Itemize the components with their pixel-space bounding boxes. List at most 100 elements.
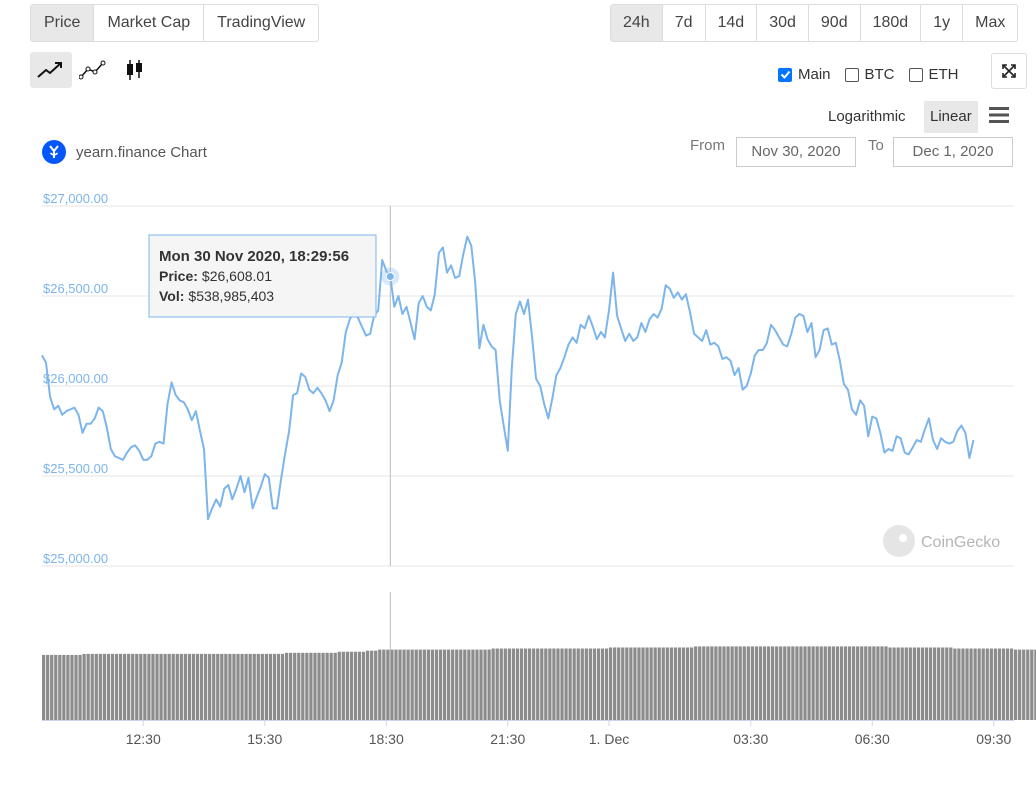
volume-bar [584,648,588,720]
volume-bar [511,648,516,720]
volume-bar [827,646,831,720]
volume-bar [313,652,317,720]
volume-bar [604,648,609,720]
volume-bar [248,653,252,720]
volume-bar [985,648,989,720]
volume-bar [532,648,536,720]
volume-bar [325,652,329,720]
volume-bar [94,653,98,720]
y-tick-label: $26,000.00 [43,371,108,386]
volume-bar [78,654,82,720]
volume-bar [617,647,621,720]
volume-bar [661,647,665,720]
y-tick-label: $27,000.00 [43,191,108,206]
volume-bar [447,649,451,720]
volume-bar [54,654,58,720]
volume-bar [361,651,366,720]
volume-bar [114,653,119,720]
volume-bar [495,648,499,720]
volume-bar [726,646,730,720]
volume-bar [442,649,447,720]
tooltip-price-label: Price: [159,268,198,284]
volume-bar [791,646,795,720]
volume-bar [410,649,414,720]
volume-bar [673,647,678,720]
volume-bar [685,647,690,720]
volume-bar [187,653,192,720]
volume-bar [66,654,70,720]
volume-bar [402,649,406,720]
tooltip-vol-label: Vol: [159,288,184,304]
volume-bar [293,652,297,720]
volume-bar [779,646,783,720]
volume-bar [232,653,236,720]
volume-bar [629,647,633,720]
volume-bar [167,653,171,720]
volume-bar [916,647,921,720]
volume-bar [341,651,345,720]
volume-bar [139,653,143,720]
volume-bar [839,646,844,720]
volume-bar [297,652,301,720]
volume-bar [212,653,216,720]
volume-bar [1026,649,1030,720]
volume-bar [872,646,876,720]
volume-bar [86,653,90,720]
volume-bar [345,651,349,720]
volume-bar [46,654,50,720]
volume-bar [426,649,430,720]
volume-bar [406,649,410,720]
volume-bar [633,647,637,720]
volume-bar [276,653,281,720]
volume-bar [370,650,374,720]
volume-bar [961,648,965,720]
volume-bar [479,649,483,720]
volume-bar [621,647,625,720]
volume-bar [803,646,807,720]
volume-bar [382,649,386,720]
volume-bar [977,648,981,720]
volume-bar [163,653,167,720]
volume-bar [600,648,605,720]
volume-bar [904,647,908,720]
volume-bar [487,649,491,720]
x-tick-label: 06:30 [855,731,890,747]
volume-bar [669,647,673,720]
volume-bar [771,646,775,720]
volume-bar [289,652,293,720]
volume-bar [475,649,479,720]
volume-bar [730,646,734,720]
volume-bar [499,648,503,720]
volume-bar [900,647,904,720]
volume-bar [754,646,759,720]
volume-bar [240,653,244,720]
volume-bar [993,648,997,720]
volume-bar [143,653,147,720]
y-tick-label: $25,500.00 [43,461,108,476]
volume-bar [471,649,475,720]
volume-bar [418,649,422,720]
volume-bar [625,647,629,720]
volume-bar [860,646,864,720]
x-tick-label: 03:30 [733,731,768,747]
volume-bar [799,646,803,720]
volume-bar [560,648,564,720]
volume-bar [171,653,175,720]
price-chart: $27,000.00 $26,500.00 $26,000.00 $25,500.00… [41,191,1036,747]
volume-bar [742,646,746,720]
volume-bar [98,653,102,720]
volume-bar [244,653,248,720]
volume-bar [714,646,718,720]
volume-bar [957,648,961,720]
volume-bar [430,649,435,720]
volume-bar [843,646,848,720]
volume-bar [653,647,657,720]
volume-bar [118,653,123,720]
volume-bar [305,652,309,720]
volume-bar [467,649,471,720]
volume-bar [519,648,524,720]
volume-bar [949,647,953,720]
volume-bar [572,648,576,720]
volume-bar [819,646,823,720]
volume-bar [609,647,613,720]
